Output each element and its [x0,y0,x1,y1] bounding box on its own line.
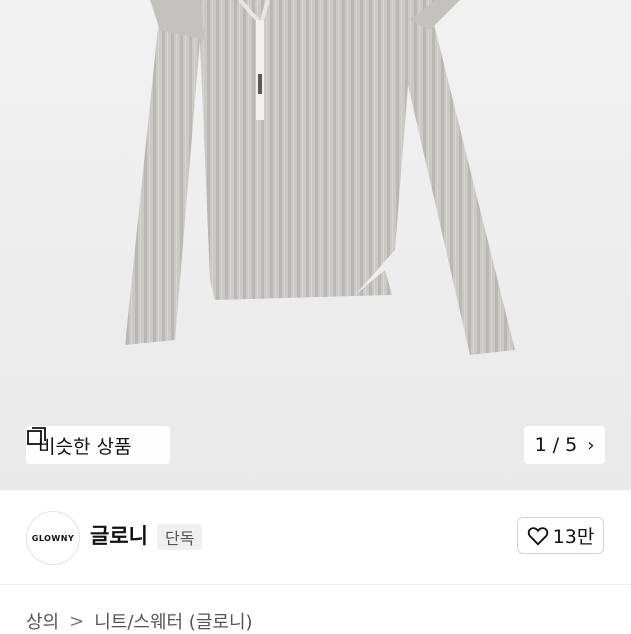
image-counter: 1 / 5 [534,434,578,456]
breadcrumb-separator-icon: > [69,610,85,632]
product-image[interactable]: 비슷한 상품 1 / 5 › [0,0,631,490]
breadcrumb-item-category[interactable]: 상의 [26,608,59,634]
divider [0,584,631,585]
like-button[interactable]: 13만 [517,517,604,554]
brand-name[interactable]: 글로니 [90,520,148,550]
heart-outline-icon [527,526,548,545]
exclusive-badge: 단독 [157,524,203,550]
like-count: 13만 [552,526,595,548]
similar-items-button[interactable]: 비슷한 상품 [26,426,170,464]
image-counter-button[interactable]: 1 / 5 › [524,426,605,464]
breadcrumb: 상의 > 니트/스웨터 (글로니) [26,608,253,634]
similar-items-icon [27,427,46,445]
brand-row: GLOWNY 글로니 단독 13만 [0,490,631,585]
brand-logo-text: GLOWNY [31,533,75,543]
chevron-right-icon: › [587,434,595,456]
sweater-illustration [125,0,515,355]
brand-logo[interactable]: GLOWNY [26,511,80,565]
breadcrumb-item-subcategory[interactable]: 니트/스웨터 (글로니) [94,608,252,634]
similar-items-label: 비슷한 상품 [38,435,132,458]
